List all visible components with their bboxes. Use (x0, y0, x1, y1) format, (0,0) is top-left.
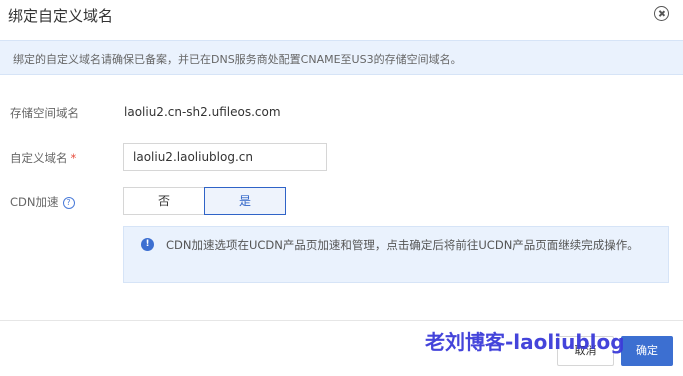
required-mark: * (70, 151, 77, 165)
cdn-label: CDN加速 (10, 195, 59, 209)
question-circle-icon[interactable]: ? (62, 197, 75, 209)
cdn-option-no[interactable]: 否 (123, 187, 205, 215)
cdn-info-box: ! CDN加速选项在UCDN产品页加速和管理，点击确定后将前往UCDN产品页面继… (123, 226, 669, 283)
watermark-text: 老刘博客-laoliublog (425, 330, 625, 354)
ok-button[interactable]: 确定 (621, 336, 673, 366)
cdn-option-yes[interactable]: 是 (204, 187, 286, 215)
bucket-domain-label: 存储空间域名 (10, 106, 79, 120)
notice-banner: 绑定的自定义域名请确保已备案，并已在DNS服务商处配置CNAME至US3的存储空… (0, 40, 683, 75)
cdn-info-text: CDN加速选项在UCDN产品页加速和管理，点击确定后将前往UCDN产品页面继续完… (166, 238, 639, 252)
footer-divider (0, 320, 683, 321)
custom-domain-label-row: 自定义域名 * (10, 150, 76, 166)
info-circle-icon: ! (141, 238, 154, 251)
custom-domain-input[interactable]: laoliu2.laoliublog.cn (123, 143, 327, 171)
bucket-domain-value: laoliu2.cn-sh2.ufileos.com (124, 105, 281, 119)
custom-domain-label: 自定义域名 (10, 151, 68, 165)
cdn-label-row: CDN加速? (10, 194, 75, 210)
dialog-title: 绑定自定义域名 (8, 7, 114, 25)
close-icon[interactable] (654, 6, 669, 21)
bind-domain-dialog: 绑定自定义域名 绑定的自定义域名请确保已备案，并已在DNS服务商处配置CNAME… (0, 0, 683, 376)
notice-text: 绑定的自定义域名请确保已备案，并已在DNS服务商处配置CNAME至US3的存储空… (13, 53, 462, 66)
